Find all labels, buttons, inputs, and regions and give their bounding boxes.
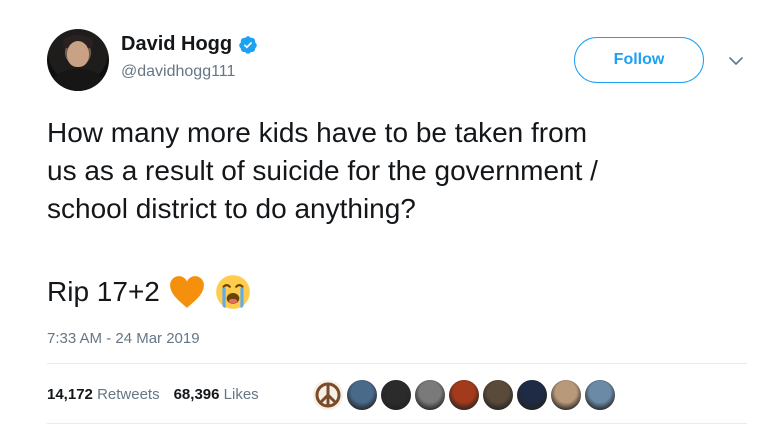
tweet-timestamp[interactable]: 7:33 AM - 24 Mar 2019 — [47, 330, 200, 347]
author-name-row: David Hogg — [121, 33, 258, 56]
liker-avatar-9[interactable] — [584, 379, 616, 411]
loudly-crying-face-icon — [215, 275, 250, 309]
tweet-rip-text: Rip 17+2 — [47, 276, 160, 307]
retweets-label: Retweets — [97, 386, 160, 403]
author-handle[interactable]: @davidhogg111 — [121, 63, 235, 81]
likes-stat[interactable]: 68,396 Likes — [174, 386, 259, 403]
orange-heart-icon — [169, 276, 204, 308]
liker-avatar-7[interactable] — [516, 379, 548, 411]
tweet-rip-line: Rip 17+2 — [47, 273, 252, 311]
tweet-text: How many more kids have to be taken from… — [47, 117, 598, 224]
liker-avatar-2[interactable] — [346, 379, 378, 411]
chevron-down-icon[interactable] — [727, 52, 745, 70]
liker-avatar-8[interactable] — [550, 379, 582, 411]
divider — [47, 363, 747, 364]
tweet-stats: 14,172 Retweets 68,396 Likes — [47, 386, 259, 403]
follow-button[interactable]: Follow — [574, 37, 704, 83]
liker-avatar-5[interactable] — [448, 379, 480, 411]
liker-avatar-3[interactable] — [380, 379, 412, 411]
likes-label: Likes — [223, 386, 259, 403]
likers-avatar-list — [312, 379, 616, 411]
retweets-stat[interactable]: 14,172 Retweets — [47, 386, 160, 403]
verified-badge-icon — [239, 35, 257, 54]
divider — [47, 423, 747, 424]
liker-avatar-4[interactable] — [414, 379, 446, 411]
author-avatar[interactable] — [47, 29, 109, 91]
liker-avatar-6[interactable] — [482, 379, 514, 411]
likes-count: 68,396 — [173, 386, 220, 403]
author-display-name[interactable]: David Hogg — [121, 33, 232, 56]
peace-sign-avatar[interactable] — [312, 379, 344, 411]
retweets-count: 14,172 — [47, 386, 93, 403]
